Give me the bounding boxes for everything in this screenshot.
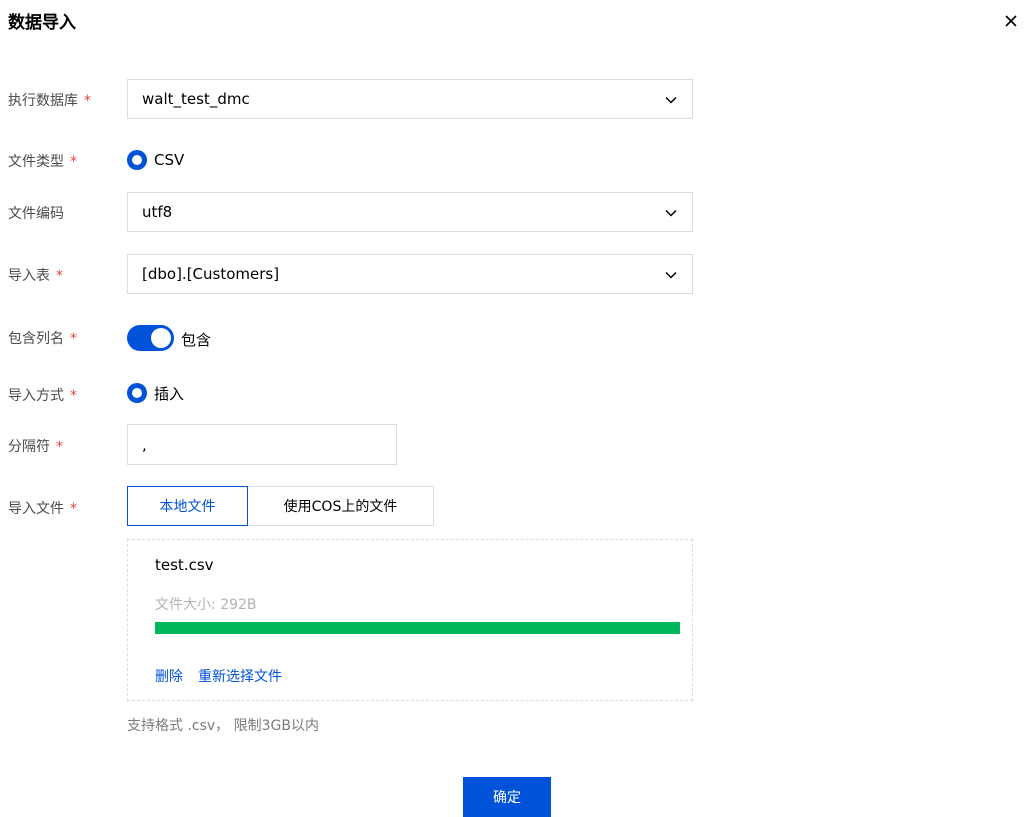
file-type-radio-csv[interactable]: CSV (127, 150, 184, 170)
database-select-value: walt_test_dmc (142, 90, 250, 108)
delete-file-link[interactable]: 删除 (155, 666, 183, 686)
database-label: 执行数据库 * (8, 93, 91, 109)
delimiter-input[interactable] (127, 424, 397, 465)
encoding-select-value: utf8 (142, 203, 173, 221)
tab-local-file[interactable]: 本地文件 (127, 486, 248, 526)
mode-radio-insert[interactable]: 插入 (127, 383, 184, 403)
header-switch-label: 包含 (181, 331, 212, 349)
encoding-select[interactable]: utf8 (127, 192, 693, 232)
reselect-file-link[interactable]: 重新选择文件 (198, 666, 282, 686)
required-mark: * (70, 154, 77, 170)
mode-radio-label: 插入 (154, 384, 185, 403)
radio-checked-icon (127, 150, 147, 170)
required-mark: * (70, 331, 77, 347)
table-label: 导入表 * (8, 268, 63, 284)
file-size: 文件大小: 292B (155, 597, 257, 613)
required-mark: * (56, 268, 63, 284)
table-select-value: [dbo].[Customers] (142, 265, 280, 283)
chevron-down-icon (665, 209, 677, 217)
dialog-title: 数据导入 (8, 13, 76, 33)
database-select[interactable]: walt_test_dmc (127, 79, 693, 119)
mode-label: 导入方式 * (8, 388, 77, 404)
tab-cos-file[interactable]: 使用COS上的文件 (248, 486, 434, 526)
encoding-label: 文件编码 (8, 206, 64, 222)
switch-knob (151, 328, 171, 348)
required-mark: * (70, 501, 77, 517)
upload-progress-fill (155, 622, 680, 634)
required-mark: * (70, 388, 77, 404)
upload-area: test.csv 文件大小: 292B 删除 重新选择文件 (127, 539, 693, 701)
header-label: 包含列名 * (8, 331, 77, 347)
table-select[interactable]: [dbo].[Customers] (127, 254, 693, 294)
file-type-radio-label: CSV (154, 151, 185, 169)
close-icon[interactable] (1000, 10, 1022, 32)
upload-progress-bar (155, 622, 680, 634)
chevron-down-icon (665, 271, 677, 279)
file-name: test.csv (155, 556, 214, 574)
chevron-down-icon (665, 96, 677, 104)
radio-checked-icon (127, 383, 147, 403)
file-format-hint: 支持格式 .csv， 限制3GB以内 (127, 718, 319, 734)
file-type-label: 文件类型 * (8, 154, 77, 170)
delimiter-label: 分隔符 * (8, 439, 63, 455)
required-mark: * (84, 93, 91, 109)
confirm-button[interactable]: 确定 (463, 777, 551, 817)
header-switch[interactable] (127, 325, 174, 351)
required-mark: * (56, 439, 63, 455)
file-label: 导入文件 * (8, 501, 77, 517)
